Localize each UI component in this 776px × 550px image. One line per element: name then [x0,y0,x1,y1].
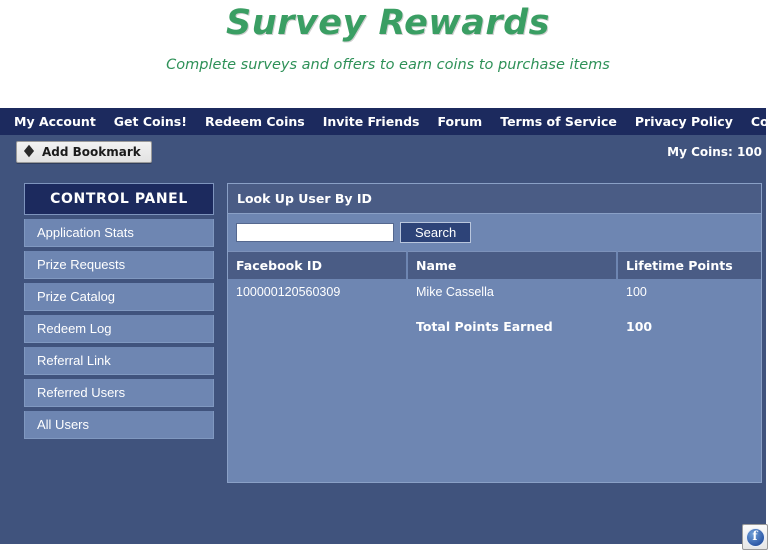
right-margin [766,108,776,544]
search-row: Search [228,214,761,251]
table-spacer-row [228,305,761,313]
column-header-name: Name [408,251,618,279]
page-title: Survey Rewards [226,3,550,43]
table-row: 100000120560309 Mike Cassella 100 [228,279,761,305]
add-bookmark-label: Add Bookmark [42,145,141,159]
cell-name: Mike Cassella [416,285,494,299]
nav-item-terms-of-service[interactable]: Terms of Service [500,108,617,135]
lookup-user-panel: Look Up User By ID Search Facebook ID Na… [227,183,762,483]
cell-lifetime-points: 100 [626,285,647,299]
search-button[interactable]: Search [400,222,472,243]
sidebar-item-referred-users[interactable]: Referred Users [24,379,214,407]
panel-title: Look Up User By ID [228,184,761,214]
nav-item-invite-friends[interactable]: Invite Friends [323,108,420,135]
bookmark-diamond-icon [24,146,36,158]
table-total-row: Total Points Earned 100 [228,313,761,340]
user-results-table: Facebook ID Name Lifetime Points 1000001… [228,251,761,340]
sidebar-item-prize-catalog[interactable]: Prize Catalog [24,283,214,311]
my-coins-status: My Coins: 100 [667,145,762,159]
column-header-lifetime-points: Lifetime Points [618,251,761,279]
add-bookmark-button[interactable]: Add Bookmark [16,141,152,163]
sidebar-item-all-users[interactable]: All Users [24,411,214,439]
sidebar-item-application-stats[interactable]: Application Stats [24,219,214,247]
page-tagline: Complete surveys and offers to earn coin… [166,57,610,73]
total-points-earned-value: 100 [626,319,653,334]
control-panel-sidebar: CONTROL PANEL Application Stats Prize Re… [24,183,214,544]
total-empty-cell [228,313,408,340]
sidebar-item-prize-requests[interactable]: Prize Requests [24,251,214,279]
total-points-earned-label: Total Points Earned [416,319,553,334]
nav-item-privacy-policy[interactable]: Privacy Policy [635,108,733,135]
utility-bar: Add Bookmark My Coins: 100 [0,135,776,169]
cell-facebook-id: 100000120560309 [236,285,341,299]
search-input[interactable] [236,223,394,242]
table-header-row: Facebook ID Name Lifetime Points [228,251,761,279]
column-header-facebook-id: Facebook ID [228,251,408,279]
masthead: Survey Rewards Complete surveys and offe… [0,0,776,108]
nav-item-my-account[interactable]: My Account [14,108,96,135]
nav-item-forum[interactable]: Forum [437,108,482,135]
page-body: CONTROL PANEL Application Stats Prize Re… [0,169,766,544]
main-navigation: My Account Get Coins! Redeem Coins Invit… [0,108,776,135]
nav-item-redeem-coins[interactable]: Redeem Coins [205,108,305,135]
sidebar-header: CONTROL PANEL [24,183,214,215]
sidebar-item-redeem-log[interactable]: Redeem Log [24,315,214,343]
facebook-badge[interactable] [742,524,768,550]
nav-item-get-coins[interactable]: Get Coins! [114,108,187,135]
sidebar-item-referral-link[interactable]: Referral Link [24,347,214,375]
